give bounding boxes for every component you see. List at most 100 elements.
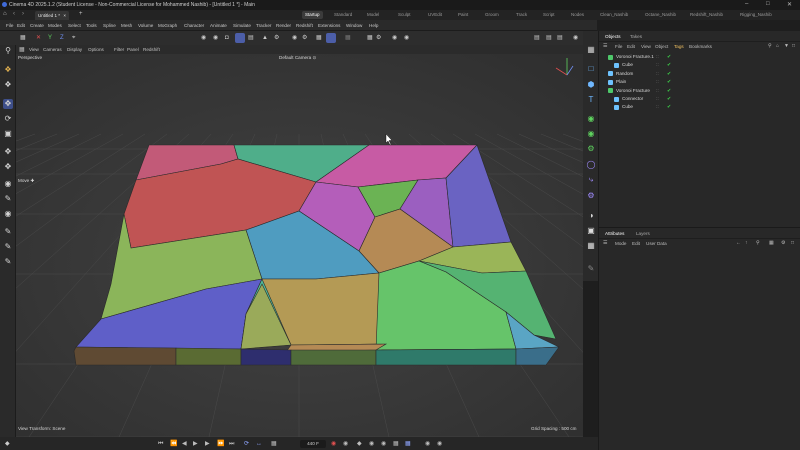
- coordinate-system-icon[interactable]: ⌖: [72, 34, 75, 42]
- menu-character[interactable]: Character: [184, 23, 204, 28]
- viewport[interactable]: Perspective Default Camera ⊙ Move ✚ View…: [16, 54, 583, 437]
- object-row[interactable]: Random ∷ ✔: [599, 70, 800, 78]
- maximize-icon[interactable]: □: [766, 1, 770, 7]
- motion-path-icon[interactable]: ◉: [437, 440, 442, 448]
- null-object-icon[interactable]: □: [586, 64, 596, 74]
- stopwatch-icon[interactable]: ◉: [404, 34, 409, 42]
- settings-icon[interactable]: ⚙: [781, 240, 785, 246]
- menu-redshift[interactable]: Redshift: [296, 23, 313, 28]
- viewport-menu-cameras[interactable]: Cameras: [43, 47, 62, 52]
- key-pla-icon[interactable]: ◉: [425, 440, 430, 448]
- objects-menu-view[interactable]: View: [641, 44, 651, 49]
- attributes-menu-edit[interactable]: Edit: [632, 241, 640, 246]
- model-mode-icon[interactable]: ▦: [20, 34, 26, 42]
- pen-tool-icon[interactable]: ✎: [3, 227, 13, 237]
- new-window-icon[interactable]: □: [792, 43, 795, 49]
- spline-icon[interactable]: ⤷: [586, 175, 596, 185]
- up-arrow-icon[interactable]: ↑: [745, 240, 748, 246]
- menu-simulate[interactable]: Simulate: [233, 23, 251, 28]
- deformer-icon[interactable]: ⚙: [586, 144, 596, 154]
- axis-tool-icon[interactable]: ✥: [3, 162, 13, 172]
- object-row[interactable]: Connector ∷ ✔: [599, 95, 800, 103]
- layout-tab-track[interactable]: Track: [516, 12, 527, 17]
- search-icon[interactable]: ⚲: [3, 46, 13, 56]
- filter-icon[interactable]: ▼: [784, 43, 789, 49]
- loop-icon[interactable]: ⟳: [244, 440, 249, 448]
- objects-menu-tags[interactable]: Tags: [674, 44, 684, 49]
- sculpt-tool-icon[interactable]: ✎: [3, 242, 13, 252]
- render-settings-icon[interactable]: ⚙: [376, 34, 381, 42]
- viewport-menu-redshift[interactable]: Redshift: [143, 47, 160, 52]
- layout-tab-nodes[interactable]: Nodes: [571, 12, 584, 17]
- layout-tab-rigging-nashib[interactable]: Rigging_Nashib: [740, 12, 772, 17]
- menu-tools[interactable]: Tools: [86, 23, 97, 28]
- tag-icon[interactable]: ✎: [586, 264, 596, 274]
- axis-z-icon[interactable]: Z: [60, 34, 64, 42]
- workplane-icon[interactable]: ▲: [262, 34, 268, 42]
- axis-lock-button[interactable]: [326, 33, 336, 43]
- snapping-icon[interactable]: ▤: [248, 34, 254, 42]
- visibility-dots-icon[interactable]: ∷: [656, 70, 659, 78]
- key-position-icon[interactable]: ◉: [369, 440, 374, 448]
- text-icon[interactable]: T: [586, 95, 596, 105]
- settings-icon[interactable]: ⚙: [302, 34, 307, 42]
- rotate-tool-icon[interactable]: ⟳: [3, 114, 13, 124]
- layout-tab-redshift-nashib[interactable]: Redshift_Nashib: [690, 12, 723, 17]
- subdivision-icon[interactable]: ◉: [586, 114, 596, 124]
- menu-render[interactable]: Render: [276, 23, 291, 28]
- render-icon[interactable]: ◉: [213, 34, 218, 42]
- camera-label[interactable]: Default Camera ⊙: [279, 55, 316, 61]
- forward-icon[interactable]: ›: [22, 11, 24, 17]
- menu-modes[interactable]: Modes: [48, 23, 62, 28]
- layout-tab-model[interactable]: Model: [367, 12, 379, 17]
- enabled-check-icon[interactable]: ✔: [667, 53, 671, 61]
- document-tab[interactable]: Untitled 1 * ×: [35, 11, 69, 20]
- back-arrow-icon[interactable]: ←: [736, 240, 741, 246]
- camera-icon[interactable]: ▣: [586, 226, 596, 236]
- object-row[interactable]: Cube ∷ ✔: [599, 103, 800, 111]
- keyframe-icon[interactable]: ◆: [5, 440, 10, 447]
- cloner-icon[interactable]: ◉: [586, 129, 596, 139]
- fps-icon[interactable]: ▦: [271, 440, 277, 448]
- film-icon[interactable]: ▤: [546, 34, 552, 42]
- ipr-icon[interactable]: ◉: [392, 34, 397, 42]
- next-frame-icon[interactable]: ▶: [205, 440, 210, 448]
- back-icon[interactable]: ‹: [13, 11, 15, 17]
- field-icon[interactable]: ◯: [586, 160, 596, 170]
- transform-tool-icon[interactable]: ✥: [3, 147, 13, 157]
- prev-key-icon[interactable]: ⏪: [170, 440, 177, 448]
- key-scale-icon[interactable]: ▦: [393, 440, 399, 448]
- current-frame-field[interactable]: 440 F: [300, 439, 326, 448]
- viewport-menu-filter[interactable]: Filter: [114, 47, 124, 52]
- menu-select[interactable]: Select: [68, 23, 81, 28]
- go-to-end-icon[interactable]: ⏭: [229, 440, 234, 448]
- layout-tab-standard[interactable]: Standard: [334, 12, 352, 17]
- lock-icon[interactable]: ▦: [769, 240, 774, 246]
- tab-takes[interactable]: Takes: [630, 34, 642, 39]
- key-param-icon[interactable]: ▦: [405, 440, 411, 448]
- attributes-menu-user-data[interactable]: User Data: [646, 241, 667, 246]
- home-icon[interactable]: ⌂: [3, 11, 7, 17]
- undo-icon[interactable]: ✕: [36, 34, 41, 42]
- menu-create[interactable]: Create: [30, 23, 44, 28]
- menu-extensions[interactable]: Extensions: [318, 23, 340, 28]
- viewport-menu-panel[interactable]: Panel: [127, 47, 139, 52]
- menu-spline[interactable]: Spline: [103, 23, 116, 28]
- objects-menu-file[interactable]: File: [615, 44, 622, 49]
- menu-tracker[interactable]: Tracker: [256, 23, 271, 28]
- autokey-icon[interactable]: ◉: [343, 440, 348, 448]
- tab-attributes[interactable]: Attributes: [605, 231, 624, 236]
- enabled-check-icon[interactable]: ✔: [667, 95, 671, 103]
- panel-menu-icon[interactable]: ☰: [603, 240, 607, 246]
- menu-edit[interactable]: Edit: [17, 23, 25, 28]
- symmetry-icon[interactable]: ▦: [345, 34, 351, 42]
- layout-tab-paint[interactable]: Paint: [458, 12, 468, 17]
- tab-layers[interactable]: Layers: [636, 231, 650, 236]
- panel-menu-icon[interactable]: ☰: [603, 43, 607, 49]
- layout-tab-clean-nashib[interactable]: Clean_Nashib: [600, 12, 628, 17]
- asset-browser-icon[interactable]: ◉: [573, 34, 578, 42]
- cube-icon[interactable]: ⬢: [586, 80, 596, 90]
- render-view-icon[interactable]: ◉: [201, 34, 206, 42]
- menu-mograph[interactable]: MoGraph: [158, 23, 177, 28]
- axis-y-icon[interactable]: Y: [48, 34, 52, 42]
